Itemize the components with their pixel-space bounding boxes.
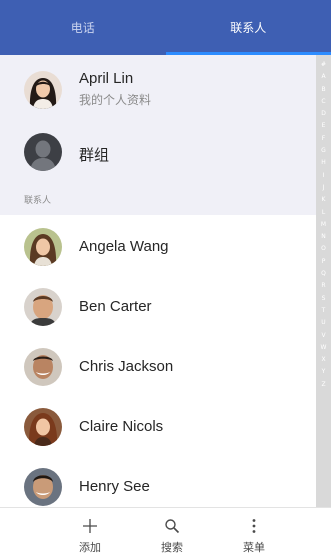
- contact-name: Henry See: [79, 478, 150, 495]
- index-letter[interactable]: S: [322, 293, 326, 305]
- add-button[interactable]: 添加: [60, 508, 120, 556]
- profile-avatar: [24, 71, 62, 109]
- tab-contacts[interactable]: 联系人: [165, 0, 331, 55]
- index-letter[interactable]: K: [322, 194, 326, 206]
- contact-avatar: [24, 288, 62, 326]
- alphabet-index[interactable]: # A B C D E F G H I J K L M N O P Q R S T U V W X Y Z: [316, 55, 331, 507]
- group-avatar-icon: [24, 133, 62, 171]
- index-letter[interactable]: E: [322, 120, 326, 132]
- tab-phone-label: 电话: [70, 21, 95, 35]
- contact-row[interactable]: Henry See: [0, 465, 316, 507]
- index-letter[interactable]: G: [321, 145, 326, 157]
- index-letter[interactable]: Z: [321, 379, 325, 391]
- index-letter[interactable]: F: [322, 133, 325, 145]
- tab-phone[interactable]: 电话: [0, 0, 166, 55]
- plus-icon: [82, 515, 98, 537]
- contact-avatar: [24, 408, 62, 446]
- profile-name: April Lin: [79, 70, 134, 87]
- index-letter[interactable]: H: [321, 157, 326, 169]
- contact-row[interactable]: Claire Nicols: [0, 405, 316, 449]
- search-button[interactable]: 搜索: [142, 508, 202, 556]
- section-header-contacts: 联系人: [24, 195, 52, 205]
- my-profile-row[interactable]: April Lin 我的个人资料: [0, 65, 316, 115]
- tab-bar: 电话 联系人: [0, 0, 331, 55]
- index-letter[interactable]: U: [321, 317, 325, 329]
- profile-subtitle: 我的个人资料: [79, 93, 152, 107]
- index-letter[interactable]: V: [321, 330, 325, 342]
- contact-name: Ben Carter: [79, 298, 152, 315]
- index-letter[interactable]: D: [321, 108, 326, 120]
- index-letter[interactable]: P: [322, 256, 326, 268]
- more-vert-icon: [251, 515, 257, 537]
- index-letter[interactable]: Y: [322, 366, 326, 378]
- tab-contacts-label: 联系人: [230, 21, 267, 35]
- menu-label: 菜单: [243, 542, 265, 554]
- index-letter[interactable]: A: [321, 71, 325, 83]
- index-letter[interactable]: M: [321, 219, 326, 231]
- contact-name: Claire Nicols: [79, 418, 164, 435]
- contact-avatar: [24, 348, 62, 386]
- add-label: 添加: [79, 542, 101, 554]
- index-letter[interactable]: B: [321, 84, 325, 96]
- search-icon: [164, 515, 180, 537]
- index-letter[interactable]: C: [321, 96, 325, 108]
- contact-avatar: [24, 468, 62, 506]
- contact-list: April Lin 我的个人资料 群组 联系人 Angela Wang Ben …: [0, 55, 316, 507]
- search-label: 搜索: [161, 542, 183, 554]
- contact-row[interactable]: Ben Carter: [0, 285, 316, 329]
- menu-button[interactable]: 菜单: [224, 508, 284, 556]
- index-letter[interactable]: J: [323, 182, 325, 194]
- contact-avatar: [24, 228, 62, 266]
- index-letter[interactable]: #: [321, 59, 326, 71]
- index-letter[interactable]: I: [323, 170, 325, 182]
- bottom-action-bar: 添加 搜索 菜单: [0, 507, 331, 556]
- index-letter[interactable]: R: [321, 280, 325, 292]
- contact-row[interactable]: Chris Jackson: [0, 345, 316, 389]
- index-letter[interactable]: N: [321, 231, 326, 243]
- contact-name: Angela Wang: [79, 238, 169, 255]
- contact-name: Chris Jackson: [79, 358, 174, 375]
- index-letter[interactable]: W: [321, 342, 327, 354]
- index-letter[interactable]: X: [321, 354, 325, 366]
- groups-row[interactable]: 群组: [0, 130, 316, 174]
- contact-row[interactable]: Angela Wang: [0, 225, 316, 269]
- index-letter[interactable]: T: [322, 305, 326, 317]
- groups-label: 群组: [79, 147, 110, 164]
- index-letter[interactable]: Q: [321, 268, 326, 280]
- index-letter[interactable]: L: [322, 207, 325, 219]
- index-letter[interactable]: O: [321, 243, 326, 255]
